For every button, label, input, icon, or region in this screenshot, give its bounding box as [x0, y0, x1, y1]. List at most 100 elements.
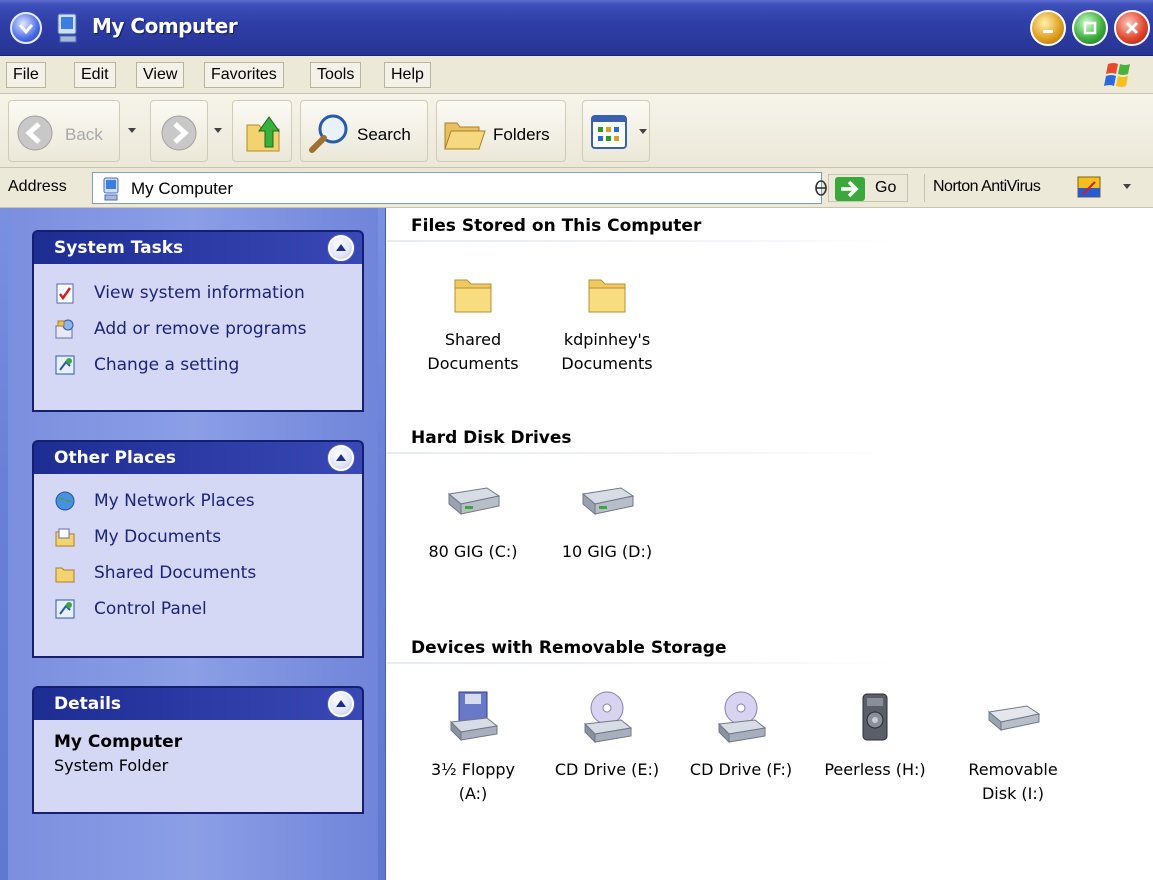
- control-panel-icon: [55, 599, 75, 619]
- maximize-button[interactable]: [1072, 10, 1108, 46]
- go-arrow-icon: [835, 177, 865, 201]
- norton-antivirus-toolbar[interactable]: Norton AntiVirus: [924, 174, 1150, 202]
- views-caret: [639, 129, 647, 134]
- task-change-a-setting[interactable]: Change a setting: [54, 352, 239, 378]
- item-floppy-a[interactable]: 3½ Floppy (A:): [413, 690, 533, 806]
- other-places-title: Other Places: [54, 448, 176, 468]
- place-my-network-places[interactable]: My Network Places: [54, 488, 255, 514]
- menu-view[interactable]: View: [136, 62, 185, 88]
- item-drive-d[interactable]: 10 GIG (D:): [547, 480, 667, 564]
- views-icon: [591, 115, 627, 149]
- item-removable-disk-i[interactable]: Removable Disk (I:): [953, 690, 1073, 806]
- collapse-chevron-icon[interactable]: [328, 235, 354, 261]
- folder-icon: [588, 279, 626, 313]
- item-cd-drive-e[interactable]: CD Drive (E:): [547, 690, 667, 782]
- system-menu-icon[interactable]: [10, 12, 42, 44]
- task-add-remove-programs[interactable]: Add or remove programs: [54, 316, 307, 342]
- close-button[interactable]: [1114, 10, 1150, 46]
- back-label: Back: [65, 125, 103, 144]
- menu-favorites[interactable]: Favorites: [204, 62, 284, 88]
- place-control-panel[interactable]: Control Panel: [54, 596, 207, 622]
- system-tasks-body: View system information Add or remove pr…: [32, 264, 364, 412]
- back-history-caret[interactable]: [128, 128, 136, 133]
- system-tasks-title: System Tasks: [54, 238, 184, 258]
- other-places-body: My Network Places My Documents Shared Do…: [32, 474, 364, 658]
- network-places-icon: [55, 491, 75, 511]
- group-divider: [387, 452, 897, 454]
- back-button[interactable]: Back: [8, 100, 120, 162]
- address-dropdown-icon[interactable]: [814, 180, 828, 196]
- up-folder-button[interactable]: [232, 100, 292, 162]
- views-button[interactable]: [582, 100, 650, 162]
- forward-history-caret[interactable]: [214, 128, 222, 133]
- group-divider: [387, 240, 897, 242]
- address-value: My Computer: [131, 179, 234, 198]
- folder-icon: [454, 279, 492, 313]
- norton-label: Norton AntiVirus: [933, 178, 1041, 195]
- floppy-drive-icon: [449, 691, 499, 742]
- place-shared-documents[interactable]: Shared Documents: [54, 560, 256, 586]
- forward-button[interactable]: [150, 100, 208, 162]
- norton-icon: [1077, 176, 1101, 198]
- task-pane: System Tasks View system information Add…: [0, 208, 386, 880]
- group-heading-files-stored: Files Stored on This Computer: [411, 216, 702, 236]
- collapse-chevron-icon[interactable]: [328, 691, 354, 717]
- item-shared-documents[interactable]: Shared Documents: [413, 270, 533, 376]
- details-panel: Details My Computer System Folder: [32, 686, 364, 814]
- title-bar: My Computer: [0, 0, 1153, 56]
- search-icon: [309, 114, 348, 153]
- other-places-panel: Other Places My Network Places My Docume…: [32, 440, 364, 658]
- search-button[interactable]: Search: [300, 100, 428, 162]
- window-title: My Computer: [92, 14, 238, 38]
- back-arrow-icon: [17, 115, 53, 151]
- hard-disk-icon: [581, 487, 635, 516]
- item-peerless-h[interactable]: Peerless (H:): [815, 690, 935, 782]
- control-panel-icon: [55, 355, 75, 375]
- up-folder-icon: [246, 116, 280, 152]
- group-heading-hard-disks: Hard Disk Drives: [411, 428, 572, 448]
- details-title: Details: [54, 694, 122, 714]
- folders-label: Folders: [493, 125, 550, 144]
- menu-tools[interactable]: Tools: [310, 62, 362, 88]
- system-tasks-panel: System Tasks View system information Add…: [32, 230, 364, 412]
- cd-drive-icon: [717, 691, 767, 744]
- item-cd-drive-f[interactable]: CD Drive (F:): [681, 690, 801, 782]
- menu-help[interactable]: Help: [384, 62, 431, 88]
- windows-logo-icon: [1098, 60, 1138, 92]
- group-divider: [387, 662, 897, 664]
- item-drive-c[interactable]: 80 GIG (C:): [413, 480, 533, 564]
- group-heading-removable: Devices with Removable Storage: [411, 638, 727, 658]
- hard-disk-icon: [447, 487, 501, 516]
- menu-edit[interactable]: Edit: [74, 62, 116, 88]
- other-places-header[interactable]: Other Places: [32, 440, 364, 474]
- place-my-documents[interactable]: My Documents: [54, 524, 221, 550]
- menu-file[interactable]: File: [6, 62, 46, 88]
- details-item-name: My Computer: [54, 732, 183, 752]
- removable-disk-icon: [987, 705, 1041, 732]
- go-label: Go: [875, 179, 897, 196]
- norton-caret: [1123, 184, 1131, 189]
- peerless-drive-icon: [862, 693, 888, 741]
- cd-drive-icon: [583, 691, 633, 744]
- details-header[interactable]: Details: [32, 686, 364, 720]
- my-documents-icon: [55, 528, 75, 547]
- standard-toolbar: Back Search Folders: [0, 94, 1153, 168]
- folder-content: Files Stored on This Computer Shared Doc…: [387, 208, 1153, 880]
- folders-icon: [444, 122, 486, 150]
- search-label: Search: [357, 125, 411, 144]
- details-item-type: System Folder: [54, 756, 169, 775]
- folders-button[interactable]: Folders: [436, 100, 566, 162]
- forward-arrow-icon: [161, 115, 197, 151]
- task-view-system-information[interactable]: View system information: [54, 280, 305, 306]
- address-label: Address: [8, 178, 67, 195]
- item-kdpinhey-documents[interactable]: kdpinhey's Documents: [547, 270, 667, 376]
- my-computer-icon: [103, 177, 119, 201]
- system-tasks-header[interactable]: System Tasks: [32, 230, 364, 264]
- minimize-button[interactable]: [1030, 10, 1066, 46]
- my-computer-icon: [54, 12, 82, 44]
- go-button[interactable]: Go: [828, 174, 908, 202]
- collapse-chevron-icon[interactable]: [328, 445, 354, 471]
- menu-bar: File Edit View Favorites Tools Help: [0, 56, 1153, 94]
- address-field[interactable]: My Computer: [92, 172, 822, 204]
- details-body: My Computer System Folder: [32, 720, 364, 814]
